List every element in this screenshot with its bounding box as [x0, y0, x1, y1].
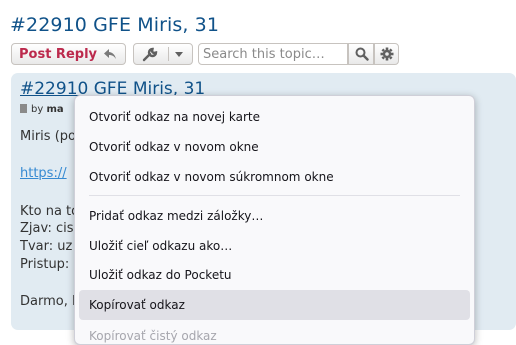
post-text-access: Pristup: s	[20, 257, 81, 272]
link-context-menu: Otvoriť odkaz na novej karte Otvoriť odk…	[74, 95, 475, 345]
post-reply-button[interactable]: Post Reply	[11, 43, 126, 65]
gear-icon	[380, 47, 394, 61]
post-text-shape: Tvar: uz	[20, 239, 73, 254]
menu-item-label: Pridať odkaz medzi záložky…	[89, 209, 264, 223]
document-icon	[20, 104, 27, 113]
menu-item-label: Kopírovať odkaz	[89, 298, 185, 312]
menu-copy-clean-link[interactable]: Kopírovať čistý odkaz	[79, 321, 470, 344]
post-author[interactable]: ma	[46, 104, 63, 115]
post-text-who: Kto na to	[20, 204, 80, 219]
menu-save-to-pocket[interactable]: Uložiť odkaz do Pocketu	[79, 260, 470, 290]
menu-separator	[89, 195, 460, 196]
post-meta: by ma	[20, 104, 64, 115]
search-button[interactable]	[348, 43, 374, 65]
wrench-icon	[142, 47, 158, 62]
search-input[interactable]: Search this topic…	[198, 43, 348, 65]
advanced-search-button[interactable]	[374, 43, 399, 65]
post-text-intro: Miris (po	[20, 129, 76, 144]
menu-bookmark-link[interactable]: Pridať odkaz medzi záložky…	[79, 201, 470, 231]
menu-item-label: Otvoriť odkaz v novom okne	[89, 140, 259, 154]
menu-item-label: Otvoriť odkaz na novej karte	[89, 110, 261, 124]
menu-item-label: Otvoriť odkaz v novom súkromnom okne	[89, 170, 334, 184]
chevron-down-icon	[175, 52, 183, 57]
post-reply-label: Post Reply	[19, 47, 97, 62]
menu-open-new-window[interactable]: Otvoriť odkaz v novom okne	[79, 132, 470, 162]
menu-copy-link[interactable]: Kopírovať odkaz	[79, 290, 470, 320]
menu-open-private-window[interactable]: Otvoriť odkaz v novom súkromnom okne	[79, 162, 470, 192]
reply-arrow-icon	[104, 49, 116, 59]
search-icon	[355, 47, 369, 61]
meta-prefix: by	[31, 104, 44, 115]
post-text-sign: Darmo, E	[20, 294, 81, 309]
menu-open-new-tab[interactable]: Otvoriť odkaz na novej karte	[79, 102, 470, 132]
menu-item-label: Uložiť odkaz do Pocketu	[89, 268, 232, 282]
post-link[interactable]: https://	[20, 166, 67, 181]
menu-save-link-as[interactable]: Uložiť cieľ odkazu ako…	[79, 231, 470, 261]
tools-divider	[168, 47, 169, 61]
menu-item-label: Kopírovať čistý odkaz	[89, 329, 217, 343]
topic-tools-button[interactable]	[133, 43, 193, 65]
topic-title[interactable]: #22910 GFE Miris, 31	[10, 14, 219, 36]
post-text-look: Zjav: cis	[20, 221, 74, 236]
menu-item-label: Uložiť cieľ odkazu ako…	[89, 239, 233, 253]
